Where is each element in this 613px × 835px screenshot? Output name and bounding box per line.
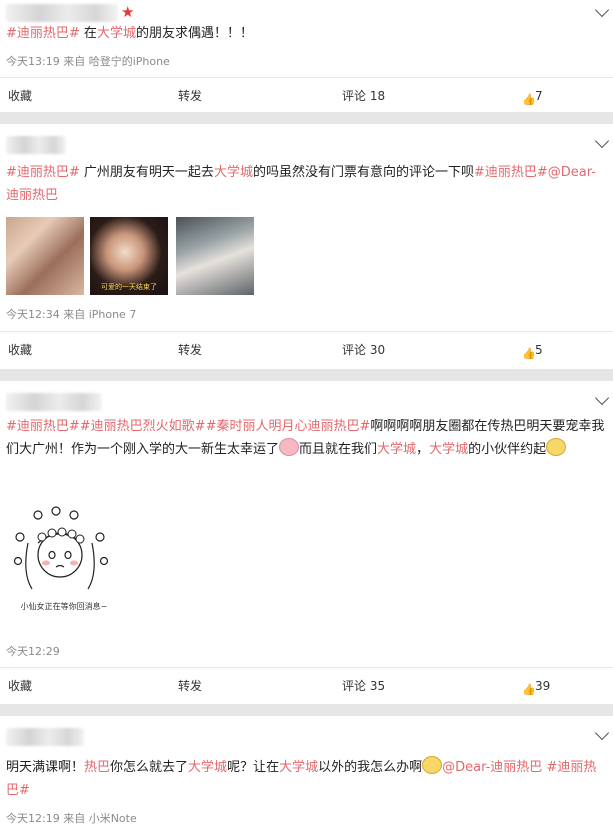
photo-row: 可爱的一天结束了	[6, 217, 266, 295]
hashtag-link[interactable]: #迪丽热巴##迪丽热巴烈火如歌##秦时丽人明月心迪丽热巴#	[6, 419, 370, 434]
chevron-down-icon[interactable]	[594, 2, 610, 18]
post-1: ★ #迪丽热巴# 在大学城的朋友求偶遇！！！ 今天13:19 来自 哈登宁的iP…	[0, 0, 613, 112]
text-span: 在	[79, 26, 97, 41]
text-span: 的朋友求偶遇！！！	[135, 26, 253, 41]
blurred-username[interactable]	[6, 136, 66, 154]
blurred-username[interactable]	[6, 4, 118, 22]
hashtag-link[interactable]: 大学城	[188, 760, 227, 775]
post-meta: 今天12:19 来自 小米Note	[6, 812, 137, 825]
action-bar: 收藏 转发 评论 30 👍5	[0, 331, 613, 368]
thumbs-up-icon: 👍	[522, 93, 536, 106]
repost-button[interactable]: 转发	[178, 332, 202, 368]
post-3: #迪丽热巴##迪丽热巴烈火如歌##秦时丽人明月心迪丽热巴#啊啊啊啊朋友圈都在传热…	[0, 381, 613, 704]
crying-emoji-icon	[422, 756, 443, 774]
hashtag-link[interactable]: @Dear-迪丽热巴	[442, 760, 542, 775]
like-button[interactable]: 👍5	[522, 332, 543, 368]
pig-emoji-icon	[279, 438, 300, 456]
chevron-down-icon[interactable]	[594, 390, 610, 406]
chevron-down-icon[interactable]	[594, 133, 610, 149]
comment-button[interactable]: 评论 30	[342, 332, 385, 368]
hashtag-link[interactable]: 大学城	[429, 442, 468, 457]
hashtag-link[interactable]: #迪丽热巴#	[6, 165, 80, 180]
photo-1[interactable]	[6, 217, 84, 295]
post-text: #迪丽热巴# 在大学城的朋友求偶遇！！！	[6, 22, 607, 45]
chevron-down-icon[interactable]	[594, 725, 610, 741]
post-text: #迪丽热巴# 广州朋友有明天一起去大学城的吗虽然没有门票有意向的评论一下呗#迪丽…	[6, 161, 607, 207]
photo-3[interactable]	[176, 217, 254, 295]
post-meta: 今天12:29	[6, 645, 60, 658]
text-span: ，	[416, 442, 430, 457]
photo-caption: 可爱的一天结束了	[101, 283, 157, 291]
favorite-button[interactable]: 收藏	[8, 668, 32, 704]
post-4: 明天满课啊！热巴你怎么就去了大学城呢？让在大学城以外的我怎么办啊 @Dear-迪丽…	[0, 716, 613, 835]
text-span: 呢？让在	[227, 760, 280, 775]
girl-sticker-illustration	[13, 506, 109, 590]
hashtag-link[interactable]: 大学城	[279, 760, 318, 775]
hashtag-link[interactable]: 大学城	[97, 26, 136, 41]
post-text: #迪丽热巴##迪丽热巴烈火如歌##秦时丽人明月心迪丽热巴#啊啊啊啊朋友圈都在传热…	[6, 415, 607, 461]
repost-button[interactable]: 转发	[178, 668, 202, 704]
text-span: 以外的我怎么办啊	[318, 760, 423, 775]
hashtag-link[interactable]: 大学城	[377, 442, 416, 457]
text-span: 的小伙伴约起	[468, 442, 547, 457]
vip-star-icon: ★	[121, 3, 135, 21]
post-2: #迪丽热巴# 广州朋友有明天一起去大学城的吗虽然没有门票有意向的评论一下呗#迪丽…	[0, 124, 613, 369]
post-meta: 今天12:34 来自 iPhone 7	[6, 308, 137, 321]
post-text: 明天满课啊！热巴你怎么就去了大学城呢？让在大学城以外的我怎么办啊 @Dear-迪丽…	[6, 756, 607, 802]
repost-button[interactable]: 转发	[178, 78, 202, 114]
sticker-caption: 小仙女正在等你回消息~	[20, 602, 108, 611]
like-button[interactable]: 👍7	[522, 78, 543, 114]
text-span: 广州朋友有明天一起去	[79, 165, 214, 180]
post-meta: 今天13:19 来自 哈登宁的iPhone	[6, 55, 170, 68]
like-count: 39	[535, 679, 551, 693]
text-span: 而且就在我们	[299, 442, 378, 457]
text-span: 你怎么就去了	[110, 760, 189, 775]
hashtag-link[interactable]: 大学城	[214, 165, 253, 180]
thumbs-up-icon: 👍	[522, 683, 536, 696]
text-span: 的吗虽然没有门票有意向的评论一下呗	[252, 165, 474, 180]
hashtag-link[interactable]: #迪丽热巴#	[474, 165, 548, 180]
like-count: 5	[535, 343, 543, 357]
photo-2[interactable]: 可爱的一天结束了	[90, 217, 168, 295]
favorite-button[interactable]: 收藏	[8, 332, 32, 368]
hashtag-link[interactable]: #迪丽热巴#	[6, 26, 80, 41]
like-button[interactable]: 👍39	[522, 668, 550, 704]
sticker-image[interactable]: 小仙女正在等你回消息~	[8, 503, 120, 611]
crying-emoji-icon	[546, 438, 567, 456]
action-bar: 收藏 转发 评论 18 👍7	[0, 77, 613, 114]
blurred-username[interactable]	[6, 728, 84, 746]
favorite-button[interactable]: 收藏	[8, 78, 32, 114]
comment-button[interactable]: 评论 35	[342, 668, 385, 704]
action-bar: 收藏 转发 评论 35 👍39	[0, 667, 613, 704]
blurred-username[interactable]	[6, 393, 102, 411]
comment-button[interactable]: 评论 18	[342, 78, 385, 114]
thumbs-up-icon: 👍	[522, 347, 536, 360]
text-span: 明天满课啊！	[6, 760, 85, 775]
hashtag-link[interactable]: 热巴	[84, 760, 110, 775]
like-count: 7	[535, 89, 543, 103]
